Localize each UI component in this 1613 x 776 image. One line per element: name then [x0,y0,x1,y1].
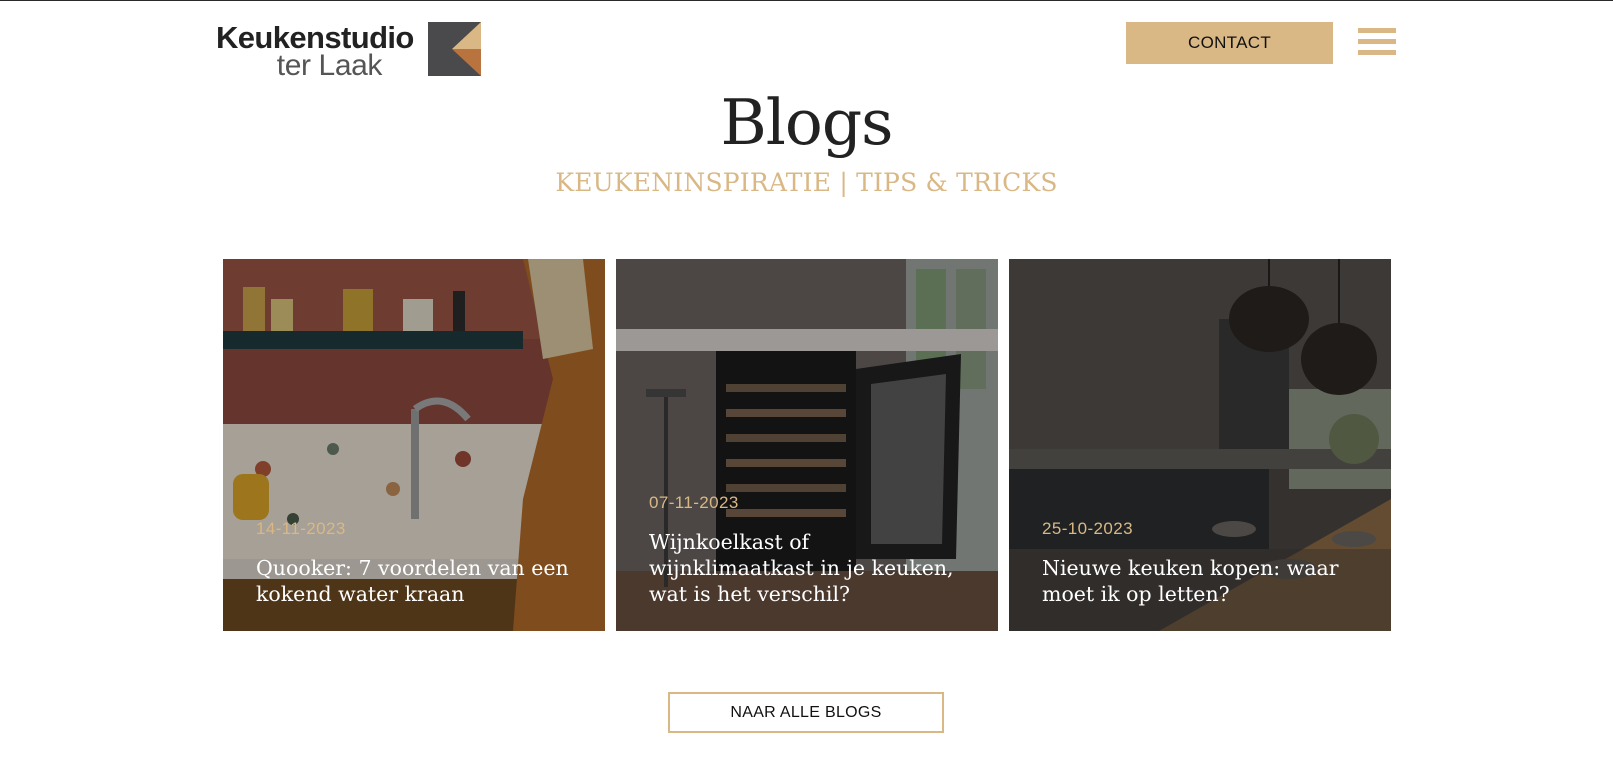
blog-title[interactable]: Nieuwe keuken kopen: waar moet ik op let… [1042,555,1367,607]
logo-text-line2: ter Laak [276,49,383,82]
blog-date: 14-11-2023 [256,519,346,538]
blog-card[interactable]: 25-10-2023 Nieuwe keuken kopen: waar moe… [1009,259,1391,631]
blog-date: 07-11-2023 [649,493,739,512]
menu-bar [1358,50,1396,55]
all-blogs-button[interactable]: NAAR ALLE BLOGS [668,692,944,733]
menu-bar [1358,39,1396,44]
page-subtitle: KEUKENINSPIRATIE | TIPS & TRICKS [555,168,1058,197]
logo[interactable]: Keukenstudio ter Laak [216,21,481,82]
page-title: Blogs [720,86,893,159]
logo-mark-icon [428,22,481,76]
blog-card-text: 07-11-2023 Wijnkoelkast of wijnklimaatka… [649,493,974,607]
blog-title[interactable]: Wijnkoelkast of wijnklimaatkast in je ke… [649,529,974,607]
contact-button[interactable]: CONTACT [1126,22,1333,64]
blog-card-text: 25-10-2023 Nieuwe keuken kopen: waar moe… [1042,519,1367,607]
blog-title[interactable]: Quooker: 7 voordelen van een kokend wate… [256,555,581,607]
blog-card-text: 14-11-2023 Quooker: 7 voordelen van een … [256,519,581,607]
blog-card[interactable]: 14-11-2023 Quooker: 7 voordelen van een … [223,259,605,631]
menu-bar [1358,28,1396,33]
hamburger-menu-icon[interactable] [1358,28,1396,60]
blog-card[interactable]: 07-11-2023 Wijnkoelkast of wijnklimaatka… [616,259,998,631]
blog-date: 25-10-2023 [1042,519,1133,538]
